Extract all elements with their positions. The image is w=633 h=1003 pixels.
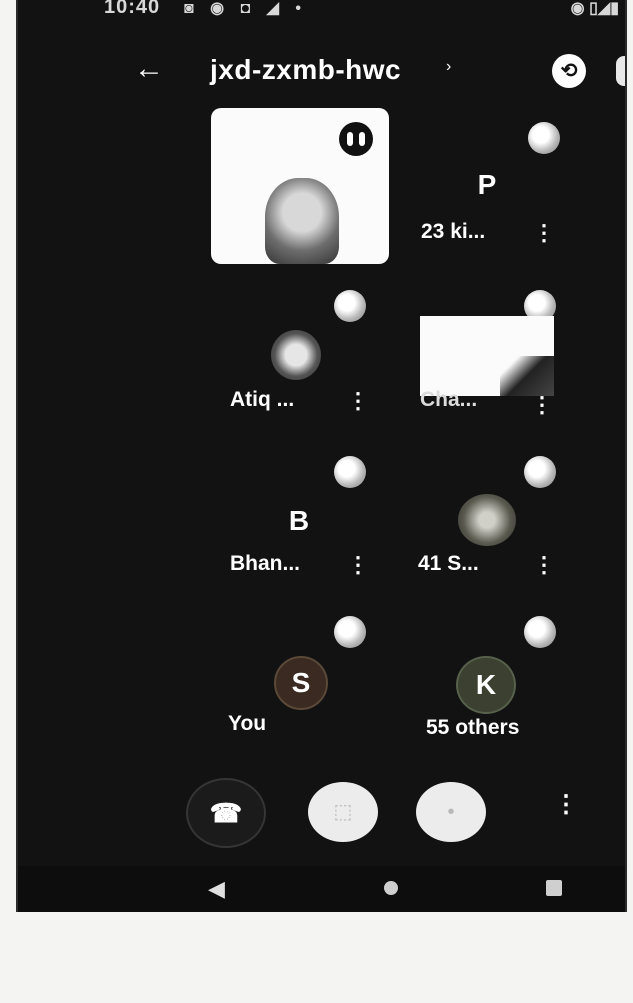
avatar: P: [462, 160, 512, 210]
mic-toggle-button[interactable]: •: [416, 782, 486, 842]
switch-camera-icon[interactable]: ⟲: [552, 54, 586, 88]
system-status-icons: ◉ ▯◢▮: [570, 0, 619, 17]
mic-muted-icon: [334, 290, 366, 322]
system-nav-bar: ◀: [18, 866, 625, 912]
nav-recents-icon[interactable]: [546, 880, 562, 896]
mic-muted-icon: [524, 456, 556, 488]
more-options-icon[interactable]: ⋮: [533, 222, 555, 244]
mic-muted-icon: [334, 616, 366, 648]
nav-back-icon[interactable]: ◀: [208, 876, 225, 902]
camera-toggle-button[interactable]: ⬚: [308, 782, 378, 842]
participant-name: You: [228, 712, 267, 735]
audio-activity-icon: [339, 122, 373, 156]
participant-tile-video[interactable]: [211, 108, 389, 264]
more-options-icon[interactable]: ⋮: [533, 554, 555, 576]
nav-home-icon[interactable]: [384, 881, 398, 895]
participant-name: 23 ki...: [421, 220, 486, 243]
meeting-code[interactable]: jxd-zxmb-hwc: [210, 54, 401, 86]
audio-output-icon[interactable]: [616, 56, 625, 86]
avatar: B: [274, 496, 324, 546]
participant-name: Cha...: [420, 388, 478, 411]
participant-video-feed: [265, 178, 339, 264]
chevron-right-icon[interactable]: ›: [446, 58, 451, 76]
mic-muted-icon: [334, 456, 366, 488]
meeting-header: ← jxd-zxmb-hwc › ⟲: [18, 44, 625, 100]
participant-name: 55 others: [426, 716, 520, 739]
more-options-icon[interactable]: ⋮: [347, 390, 369, 412]
phone-screen: 10:40 ◙ ◉ ◘ ◢ • ◉ ▯◢▮ ← jxd-zxmb-hwc › ⟲…: [16, 0, 627, 912]
hangup-button[interactable]: ☎: [186, 778, 266, 848]
avatar: [271, 330, 321, 380]
mic-muted-icon: [528, 122, 560, 154]
mic-muted-icon: [524, 616, 556, 648]
video-shadow: [500, 356, 554, 396]
status-bar: 10:40 ◙ ◉ ◘ ◢ • ◉ ▯◢▮: [18, 0, 625, 28]
avatar: K: [456, 656, 516, 714]
more-options-icon[interactable]: ⋮: [347, 554, 369, 576]
participant-name: Bhan...: [230, 552, 301, 575]
avatar: S: [274, 656, 328, 710]
participant-video-feed[interactable]: [420, 316, 554, 396]
back-arrow-icon[interactable]: ←: [134, 52, 164, 86]
more-options-icon[interactable]: ⋮: [531, 394, 553, 416]
participant-name: Atiq ...: [230, 388, 295, 411]
avatar: [458, 494, 516, 546]
participant-name: 41 S...: [418, 552, 479, 575]
status-time: 10:40: [104, 0, 161, 18]
more-options-icon[interactable]: ⋮: [554, 793, 578, 817]
call-controls: ☎ ⬚ • ⋮: [18, 774, 625, 854]
notification-icons: ◙ ◉ ◘ ◢ •: [184, 0, 307, 17]
